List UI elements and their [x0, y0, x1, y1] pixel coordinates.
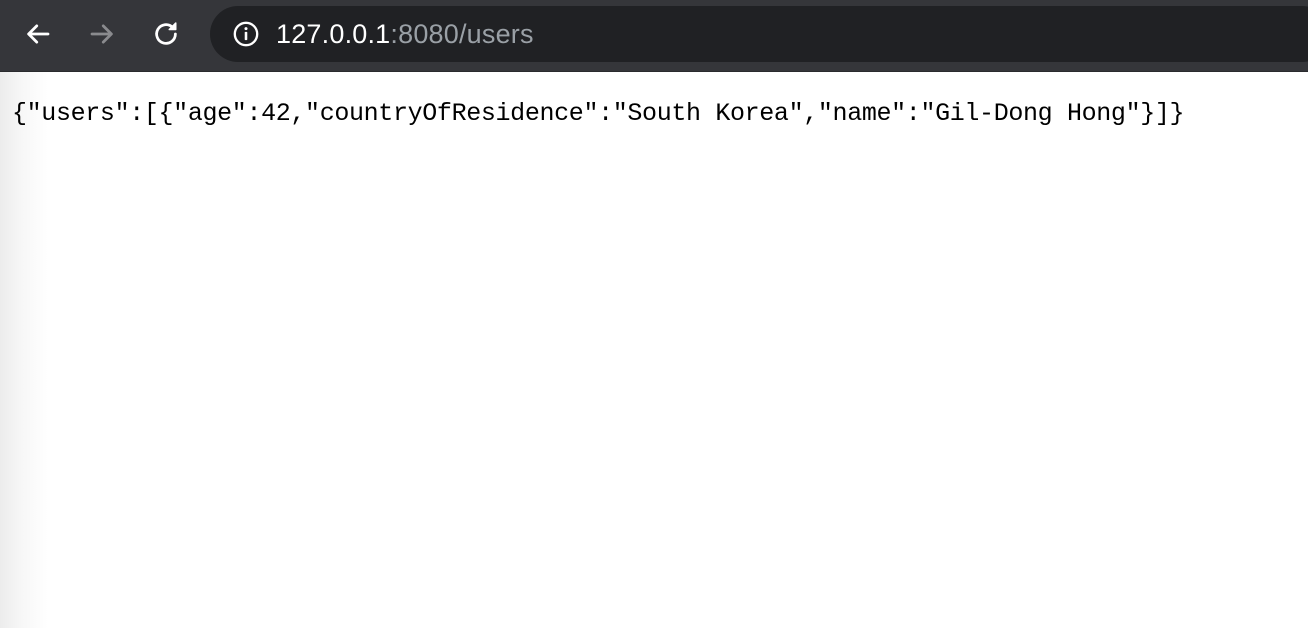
arrow-left-icon [27, 24, 50, 44]
arrow-right-icon [90, 24, 113, 44]
back-button[interactable] [18, 14, 58, 54]
forward-button[interactable] [82, 14, 122, 54]
page-content: {"users":[{"age":42,"countryOfResidence"… [0, 72, 1308, 628]
address-bar[interactable]: 127.0.0.1:8080/users [210, 6, 1308, 62]
reload-button[interactable] [146, 14, 186, 54]
browser-toolbar: 127.0.0.1:8080/users [0, 0, 1308, 72]
reload-icon [155, 22, 177, 45]
url-host: 127.0.0.1 [276, 18, 391, 49]
url-path: :8080/users [390, 18, 534, 49]
json-response-text: {"users":[{"age":42,"countryOfResidence"… [12, 99, 1185, 128]
url-text[interactable]: 127.0.0.1:8080/users [276, 19, 534, 50]
info-icon[interactable] [232, 20, 260, 48]
